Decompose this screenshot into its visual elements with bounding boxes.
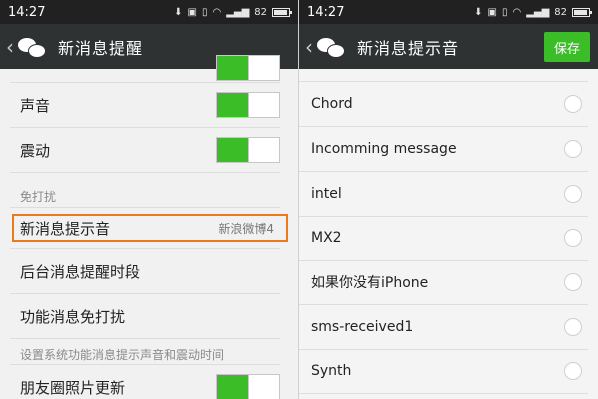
radio-button[interactable] — [564, 273, 582, 291]
radio-button[interactable] — [564, 362, 582, 380]
sound-name: Chord — [311, 96, 353, 112]
wechat-logo-icon — [317, 36, 347, 58]
signal-icon: ▂▄▆ — [526, 6, 550, 18]
sound-option[interactable]: Incomming message — [299, 127, 598, 171]
sound-option[interactable]: sms-received1 — [299, 305, 598, 349]
setting-label: 新消息提示音 — [20, 219, 111, 238]
setting-row-notification-sound[interactable]: 新消息提示音 新浪微博4 — [0, 210, 298, 246]
wechat-logo-icon — [18, 36, 48, 58]
status-bar: 14:27 ⬇ ▣ ▯ ◠ ▂▄▆ 82 — [299, 0, 598, 24]
setting-label: 后台消息提醒时段 — [20, 262, 141, 281]
vibrate-icon: ▯ — [501, 6, 508, 18]
vibrate-toggle[interactable] — [216, 137, 280, 163]
sound-toggle[interactable] — [216, 92, 280, 118]
status-time: 14:27 — [8, 4, 46, 20]
page-title: 新消息提示音 — [357, 38, 460, 58]
setting-row-moments[interactable]: 朋友圈照片更新 — [0, 365, 298, 399]
radio-button[interactable] — [564, 185, 582, 203]
status-icons: ⬇ ▣ ▯ ◠ ▂▄▆ 82 — [174, 6, 292, 18]
setting-row-sound[interactable]: 声音 — [0, 83, 298, 127]
radio-button[interactable] — [564, 318, 582, 336]
setting-value: 新浪微博4 — [218, 222, 274, 236]
sound-name: Synth — [311, 363, 352, 379]
battery-icon — [572, 7, 592, 17]
moments-toggle[interactable] — [216, 374, 280, 399]
setting-row-vibrate[interactable]: 震动 — [0, 128, 298, 172]
sound-option[interactable]: 如果你没有iPhone — [299, 260, 598, 304]
download-icon: ⬇ — [174, 6, 183, 18]
radio-button[interactable] — [564, 140, 582, 158]
sound-name: intel — [311, 186, 342, 202]
sound-option[interactable]: Synth — [299, 349, 598, 393]
status-icons: ⬇ ▣ ▯ ◠ ▂▄▆ 82 — [474, 6, 592, 18]
left-screen: 14:27 ⬇ ▣ ▯ ◠ ▂▄▆ 82 ‹ 新消息提醒 声音 震动 免打扰 新… — [0, 0, 299, 399]
section-label-dnd: 免打扰 — [20, 190, 57, 204]
setting-label: 震动 — [20, 141, 51, 160]
app-bar: ‹ 新消息提示音 保存 — [299, 24, 598, 69]
radio-button[interactable] — [564, 229, 582, 247]
status-time: 14:27 — [307, 4, 345, 20]
battery-level: 82 — [554, 6, 567, 18]
wifi-icon: ◠ — [512, 6, 522, 18]
toggle-partial[interactable] — [216, 55, 280, 81]
download-icon: ⬇ — [474, 6, 483, 18]
vibrate-icon: ▯ — [201, 6, 208, 18]
sound-name: 如果你没有iPhone — [311, 275, 429, 291]
battery-level: 82 — [254, 6, 267, 18]
setting-label: 朋友圈照片更新 — [20, 378, 126, 397]
back-icon[interactable]: ‹ — [6, 37, 14, 57]
sound-option[interactable]: Chord — [299, 82, 598, 126]
image-icon: ▣ — [187, 6, 197, 18]
battery-icon — [272, 7, 292, 17]
sound-name: MX2 — [311, 230, 342, 246]
sound-option[interactable]: intel — [299, 172, 598, 216]
image-icon: ▣ — [487, 6, 497, 18]
page-title: 新消息提醒 — [58, 38, 144, 58]
sound-option[interactable]: MX2 — [299, 216, 598, 260]
signal-icon: ▂▄▆ — [226, 6, 250, 18]
radio-button[interactable] — [564, 95, 582, 113]
sound-name: Incomming message — [311, 141, 457, 157]
setting-label: 声音 — [20, 96, 51, 115]
setting-label: 功能消息免打扰 — [20, 307, 126, 326]
setting-row-feature-dnd[interactable]: 功能消息免打扰 — [0, 294, 298, 338]
save-button[interactable]: 保存 — [544, 32, 590, 62]
hint-text: 设置系统功能消息提示声音和震动时间 — [20, 348, 225, 362]
status-bar: 14:27 ⬇ ▣ ▯ ◠ ▂▄▆ 82 — [0, 0, 298, 24]
setting-row-background[interactable]: 后台消息提醒时段 — [0, 249, 298, 293]
right-screen: 14:27 ⬇ ▣ ▯ ◠ ▂▄▆ 82 ‹ 新消息提示音 保存 Chord I… — [299, 0, 598, 399]
sound-name: sms-received1 — [311, 319, 414, 335]
back-icon[interactable]: ‹ — [305, 37, 313, 57]
wifi-icon: ◠ — [212, 6, 222, 18]
